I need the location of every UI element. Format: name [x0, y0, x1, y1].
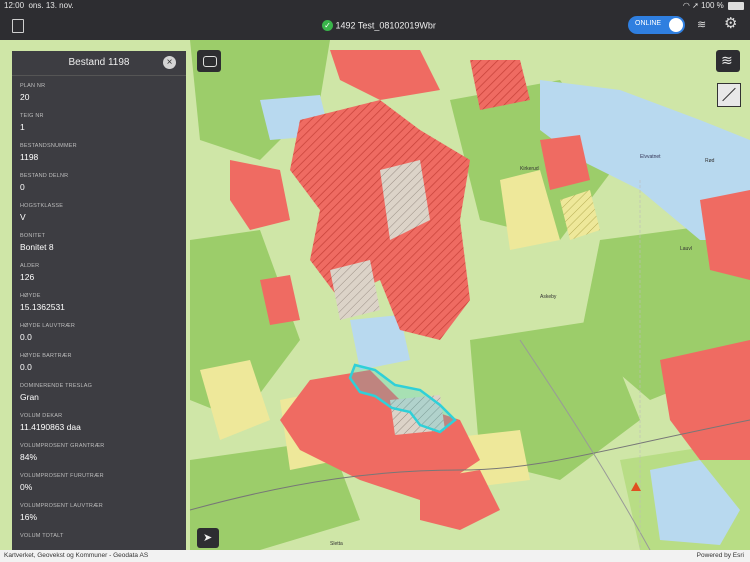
place-label-0: Elvvatnet — [640, 154, 661, 160]
attribute-label: BESTANDSNUMMER — [20, 143, 77, 149]
project-title-group[interactable]: ✓ 1492 Test_08102019Wbr — [322, 20, 436, 32]
attribute-label: TEIG NR — [20, 113, 44, 119]
attribute-value: 0.0 — [20, 362, 32, 372]
attribute-label: VOLUMPROSENT FURUTRÆR — [20, 473, 104, 479]
battery-icon — [728, 1, 744, 10]
location-arrow-icon: ➚ — [692, 1, 699, 10]
attribute-value: 20 — [20, 92, 30, 102]
gear-icon[interactable]: ⚙ — [724, 16, 740, 32]
attribute-value: 0% — [20, 482, 33, 492]
attribute-value: Bonitet 8 — [20, 242, 54, 252]
attribute-label: ALDER — [20, 263, 40, 269]
line-icon — [722, 87, 736, 102]
book-icon[interactable] — [12, 19, 24, 33]
checkmark-icon: ✓ — [322, 20, 333, 32]
attribute-row: DOMINERENDE TRESLAG Gran — [12, 376, 186, 406]
wifi-icon: ◠ — [682, 1, 690, 10]
attribute-value: 0.0 — [20, 332, 32, 342]
online-label: ONLINE — [635, 20, 662, 27]
layers-stack-icon[interactable]: ≋ — [697, 19, 709, 31]
status-time: 12:00 ons. 13. nov. — [4, 1, 74, 10]
battery-percent: 100 % — [701, 1, 724, 10]
locate-button[interactable]: ➤ — [197, 528, 219, 548]
attribute-row: HØYDE LAUVTRÆR 0.0 — [12, 316, 186, 346]
attribute-label: BONITET — [20, 233, 46, 239]
top-bar: ✓ 1492 Test_08102019Wbr ONLINE ≋ ⚙ — [0, 12, 750, 40]
project-title: 1492 Test_08102019Wbr — [335, 20, 436, 31]
attribute-row: HØYDE 15.1362531 — [12, 286, 186, 316]
attribute-label: DOMINERENDE TRESLAG — [20, 383, 93, 389]
toggle-knob — [669, 18, 683, 32]
attribute-label: VOLUMPROSENT LAUVTRÆR — [20, 503, 103, 509]
attribute-label: PLAN NR — [20, 83, 46, 89]
place-label-1: Askeby — [540, 294, 557, 300]
attribute-row: BESTAND DELNR 0 — [12, 166, 186, 196]
attribute-label: VOLUM DEKAR — [20, 413, 63, 419]
attribute-value: 11.4190863 daa — [20, 422, 81, 432]
stand-attribute-panel: Bestand 1198 × PLAN NR 20 TEIG NR 1 BESTAN… — [12, 51, 186, 550]
basemap-thumbnail-button[interactable] — [717, 83, 741, 107]
attribute-value: 84% — [20, 452, 38, 462]
attribute-value: 1 — [20, 122, 25, 132]
attribute-list: PLAN NR 20 TEIG NR 1 BESTANDSNUMMER 1198 BE… — [12, 76, 186, 550]
panel-header: Bestand 1198 × — [12, 51, 186, 76]
attribute-row: VOLUM DEKAR 11.4190863 daa — [12, 406, 186, 436]
close-icon[interactable]: × — [163, 56, 176, 69]
attribute-row: VOLUMPROSENT GRANTRÆR 84% — [12, 436, 186, 466]
attribute-value: 16% — [20, 512, 38, 522]
attribute-label: HØYDE LAUVTRÆR — [20, 323, 76, 329]
place-label-5: Lauvl — [680, 246, 692, 252]
attribute-row: HOGSTKLASSE V — [12, 196, 186, 226]
attribute-label: HØYDE — [20, 293, 41, 299]
attribute-value: 0 — [20, 182, 25, 192]
attribute-label: BESTAND DELNR — [20, 173, 69, 179]
powered-by-esri-link[interactable]: Powered by Esri — [697, 550, 744, 562]
navigation-arrow-icon: ➤ — [203, 532, 213, 544]
status-right: ◠ ➚ 100 % — [683, 0, 744, 12]
attribute-label: HOGSTKLASSE — [20, 203, 64, 209]
attribution-bar: Kartverket, Geovekst og Kommuner - Geoda… — [0, 550, 750, 562]
attribute-row: PLAN NR 20 — [12, 76, 186, 106]
layers-button[interactable]: ≋ — [716, 50, 740, 72]
attribute-row: VOLUM TOTALT — [12, 526, 186, 550]
attribute-row: BONITET Bonitet 8 — [12, 226, 186, 256]
attribute-row: ALDER 126 — [12, 256, 186, 286]
place-label-3: Sletta — [330, 541, 343, 547]
panel-title: Bestand 1198 — [68, 57, 130, 68]
camera-icon — [203, 56, 217, 67]
attribute-label: VOLUM TOTALT — [20, 533, 64, 539]
attribute-value: V — [20, 212, 26, 222]
attribute-value: 15.1362531 — [20, 302, 65, 312]
status-bar: 12:00 ons. 13. nov. ◠ ➚ 100 % — [0, 0, 750, 12]
attribute-row: BESTANDSNUMMER 1198 — [12, 136, 186, 166]
attribute-value: 1198 — [20, 152, 39, 162]
attribution-text: Kartverket, Geovekst og Kommuner - Geoda… — [4, 552, 149, 559]
attribute-row: VOLUMPROSENT LAUVTRÆR 16% — [12, 496, 186, 526]
place-label-4: Kirkerud — [520, 166, 539, 172]
layers-icon: ≋ — [721, 52, 733, 68]
attribute-row: TEIG NR 1 — [12, 106, 186, 136]
attribute-row: VOLUMPROSENT FURUTRÆR 0% — [12, 466, 186, 496]
attribute-label: HØYDE BARTRÆR — [20, 353, 72, 359]
attribute-value: 126 — [20, 272, 35, 282]
place-label-2: Rød — [705, 158, 715, 164]
snapshot-button[interactable] — [197, 50, 221, 72]
attribute-label: VOLUMPROSENT GRANTRÆR — [20, 443, 105, 449]
attribute-value: Gran — [20, 392, 39, 402]
attribute-row: HØYDE BARTRÆR 0.0 — [12, 346, 186, 376]
online-toggle[interactable]: ONLINE — [628, 16, 685, 34]
